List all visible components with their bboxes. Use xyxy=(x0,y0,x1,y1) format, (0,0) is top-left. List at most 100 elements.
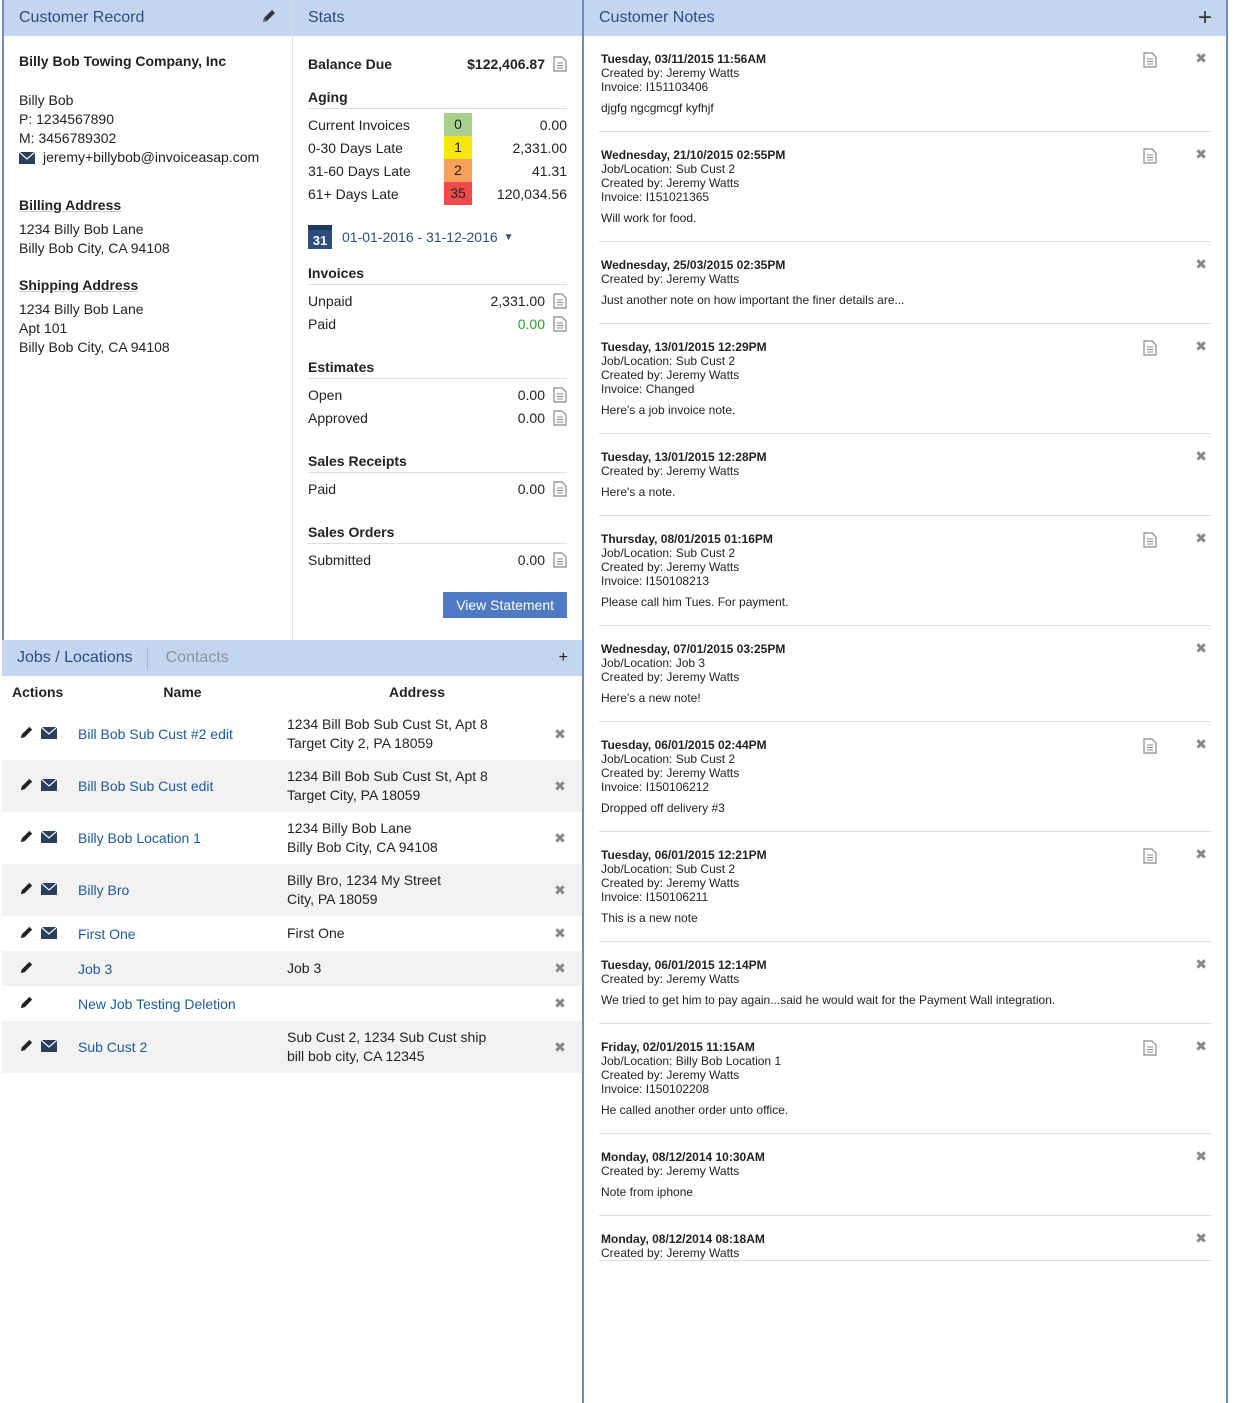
document-icon[interactable] xyxy=(553,409,567,426)
tab-contacts[interactable]: Contacts xyxy=(166,649,229,667)
delete-icon[interactable]: ✖ xyxy=(1195,257,1207,271)
job-address-line-1: 1234 Bill Bob Sub Cust St, Apt 8 xyxy=(287,768,488,784)
document-icon[interactable] xyxy=(1135,532,1157,551)
job-name-link[interactable]: Billy Bro xyxy=(78,882,287,898)
envelope-icon[interactable] xyxy=(40,926,58,942)
note-meta-line: Invoice: I150106211 xyxy=(601,890,709,904)
pencil-icon[interactable] xyxy=(18,776,35,796)
envelope-icon[interactable] xyxy=(40,830,58,846)
delete-icon[interactable]: ✖ xyxy=(549,830,571,847)
delete-icon[interactable]: ✖ xyxy=(549,960,571,977)
pencil-icon[interactable] xyxy=(18,994,35,1014)
pencil-icon[interactable] xyxy=(18,828,35,848)
sales-orders-title: Sales Orders xyxy=(308,524,567,544)
billing-line-2: Billy Bob City, CA 94108 xyxy=(19,240,170,256)
delete-icon[interactable]: ✖ xyxy=(1195,147,1207,161)
aging-row: 31-60 Days Late 2 41.31 xyxy=(308,159,567,182)
envelope-icon[interactable] xyxy=(40,726,58,742)
note-meta-line: Created by: Jeremy Watts xyxy=(601,560,740,574)
col-name: Name xyxy=(163,684,202,700)
delete-icon[interactable]: ✖ xyxy=(549,882,571,899)
paid-row: Paid 0.00 xyxy=(308,312,567,335)
job-name-link[interactable]: Job 3 xyxy=(78,961,287,977)
stats-panel: Stats Balance Due $122,406.87 Aging Curr… xyxy=(292,0,582,640)
pencil-icon[interactable] xyxy=(18,880,35,900)
tab-jobs-locations[interactable]: Jobs / Locations xyxy=(17,649,133,667)
envelope-icon[interactable] xyxy=(40,1039,58,1055)
row-actions xyxy=(2,776,78,796)
add-job-button[interactable]: + xyxy=(559,649,568,667)
job-name-link[interactable]: New Job Testing Deletion xyxy=(78,996,287,1012)
customer-record-title: Customer Record xyxy=(19,9,145,26)
document-icon[interactable] xyxy=(553,551,567,568)
date-range-picker[interactable]: 31 01-01-2016 - 31-12-2016 ▼ xyxy=(308,225,567,249)
table-row: Billy Bob Location 1 1234 Billy Bob Lane… xyxy=(2,812,582,864)
aging-row: 61+ Days Late 35 120,034.56 xyxy=(308,182,567,205)
note-date: Tuesday, 13/01/2015 12:28PM xyxy=(601,450,767,464)
delete-icon[interactable]: ✖ xyxy=(549,1039,571,1056)
aging-label: 31-60 Days Late xyxy=(308,162,411,179)
document-icon[interactable] xyxy=(1135,340,1157,359)
document-icon[interactable] xyxy=(553,480,567,497)
document-icon[interactable] xyxy=(553,55,567,72)
pencil-icon[interactable] xyxy=(18,924,35,944)
table-row: Billy Bro Billy Bro, 1234 My Street City… xyxy=(2,864,582,916)
delete-icon[interactable]: ✖ xyxy=(1195,957,1207,971)
document-icon[interactable] xyxy=(1135,52,1157,71)
edit-customer-button[interactable] xyxy=(260,7,278,30)
envelope-icon[interactable] xyxy=(40,882,58,898)
email-link[interactable]: jeremy+billybob@invoiceasap.com xyxy=(43,148,259,167)
document-icon[interactable] xyxy=(553,292,567,309)
note-date: Tuesday, 06/01/2015 02:44PM xyxy=(601,738,767,752)
jobs-header: Jobs / Locations Contacts + xyxy=(2,640,582,676)
delete-icon[interactable]: ✖ xyxy=(1195,1149,1207,1163)
job-name-link[interactable]: Bill Bob Sub Cust #2 edit xyxy=(78,726,287,742)
delete-icon[interactable]: ✖ xyxy=(1195,339,1207,353)
delete-icon[interactable]: ✖ xyxy=(1195,641,1207,655)
delete-icon[interactable]: ✖ xyxy=(549,925,571,942)
document-icon[interactable] xyxy=(553,386,567,403)
delete-icon[interactable]: ✖ xyxy=(549,995,571,1012)
pencil-icon[interactable] xyxy=(18,1037,35,1057)
delete-icon[interactable]: ✖ xyxy=(549,778,571,795)
note-meta-line: Created by: Jeremy Watts xyxy=(601,464,740,478)
note-meta-line: Created by: Jeremy Watts xyxy=(601,766,740,780)
table-row: Bill Bob Sub Cust edit 1234 Bill Bob Sub… xyxy=(2,760,582,812)
document-icon[interactable] xyxy=(553,315,567,332)
row-actions xyxy=(2,924,78,944)
job-name-link[interactable]: First One xyxy=(78,926,287,942)
delete-icon[interactable]: ✖ xyxy=(1195,847,1207,861)
document-icon[interactable] xyxy=(1135,848,1157,867)
tab-divider xyxy=(146,647,148,669)
pencil-icon[interactable] xyxy=(18,724,35,744)
document-icon[interactable] xyxy=(1135,1040,1157,1059)
envelope-icon[interactable] xyxy=(40,778,58,794)
job-address: First One xyxy=(287,924,549,943)
document-icon[interactable] xyxy=(1135,738,1157,757)
delete-icon[interactable]: ✖ xyxy=(1195,1039,1207,1053)
delete-icon[interactable]: ✖ xyxy=(1195,737,1207,751)
approved-row: Approved 0.00 xyxy=(308,406,567,429)
job-name-link[interactable]: Sub Cust 2 xyxy=(78,1039,287,1055)
note-date: Monday, 08/12/2014 08:18AM xyxy=(601,1232,765,1246)
delete-icon[interactable]: ✖ xyxy=(1195,51,1207,65)
receipts-paid-value: 0.00 xyxy=(517,480,545,497)
note-meta-line: Job/Location: Job 3 xyxy=(601,656,706,670)
receipts-paid-label: Paid xyxy=(308,480,337,497)
add-note-button[interactable]: + xyxy=(1198,6,1212,30)
job-name-link[interactable]: Bill Bob Sub Cust edit xyxy=(78,778,287,794)
document-icon[interactable] xyxy=(1135,148,1157,167)
pencil-icon xyxy=(263,9,275,22)
delete-icon[interactable]: ✖ xyxy=(549,726,571,743)
view-statement-button[interactable]: View Statement xyxy=(443,592,567,618)
job-name-link[interactable]: Billy Bob Location 1 xyxy=(78,830,287,846)
table-row: First One First One ✖ xyxy=(2,916,582,951)
pencil-icon[interactable] xyxy=(18,959,35,979)
table-row: New Job Testing Deletion ✖ xyxy=(2,986,582,1021)
delete-icon[interactable]: ✖ xyxy=(1195,449,1207,463)
delete-icon[interactable]: ✖ xyxy=(1195,1231,1207,1245)
delete-icon[interactable]: ✖ xyxy=(1195,531,1207,545)
note-meta-line: Invoice: I151103406 xyxy=(601,80,709,94)
note-meta-line: Created by: Jeremy Watts xyxy=(601,66,740,80)
balance-due-row: Balance Due $122,406.87 xyxy=(308,52,567,75)
